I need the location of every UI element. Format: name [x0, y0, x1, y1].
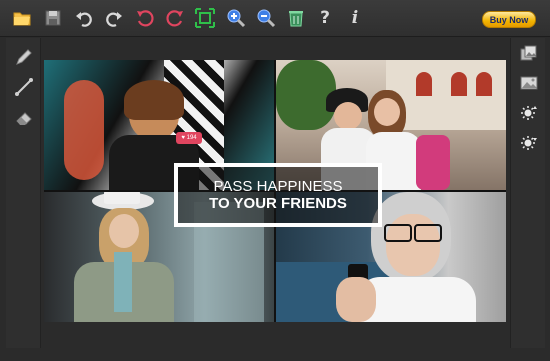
- rotate-right-icon[interactable]: [164, 7, 186, 29]
- pencil-icon[interactable]: [13, 46, 35, 68]
- brightness-up-icon[interactable]: [518, 102, 540, 124]
- delete-icon[interactable]: [285, 7, 307, 29]
- overlay-title-line2: TO YOUR FRIENDS: [209, 195, 347, 212]
- brightness-down-icon[interactable]: [518, 132, 540, 154]
- image-library-icon[interactable]: [518, 72, 540, 94]
- zoom-in-icon[interactable]: [225, 7, 247, 29]
- rotate-left-icon[interactable]: [134, 7, 156, 29]
- help-glyph: ?: [320, 8, 330, 28]
- image-canvas[interactable]: ♥ 194 PASS HAPPINESS TO YOUR FRIENDS: [44, 60, 506, 322]
- overlay-title-line1: PASS HAPPINESS: [213, 178, 343, 195]
- line-icon[interactable]: [13, 76, 35, 98]
- eraser-icon[interactable]: [13, 106, 35, 128]
- text-overlay-box: PASS HAPPINESS TO YOUR FRIENDS: [174, 163, 382, 227]
- info-glyph: i: [351, 8, 359, 28]
- left-tool-panel: [6, 38, 41, 348]
- zoom-out-icon[interactable]: [255, 7, 277, 29]
- photos-icon[interactable]: [518, 42, 540, 64]
- fit-to-window-icon[interactable]: [194, 7, 216, 29]
- main-toolbar: ? i Buy Now: [0, 0, 550, 37]
- like-badge: ♥ 194: [176, 132, 202, 144]
- undo-icon[interactable]: [73, 7, 95, 29]
- save-icon[interactable]: [42, 7, 64, 29]
- info-icon[interactable]: i: [344, 7, 366, 29]
- help-icon[interactable]: ?: [314, 7, 336, 29]
- open-folder-icon[interactable]: [11, 7, 33, 29]
- status-strip: [0, 350, 550, 361]
- right-tool-panel: [510, 38, 545, 348]
- buy-now-button[interactable]: Buy Now: [482, 11, 536, 28]
- redo-icon[interactable]: [103, 7, 125, 29]
